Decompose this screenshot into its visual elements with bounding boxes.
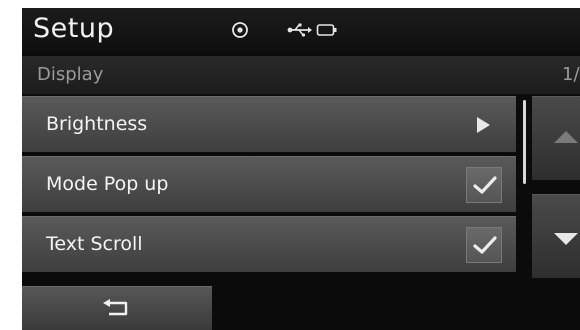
usb-icon bbox=[287, 21, 313, 39]
page-title: Setup bbox=[33, 13, 115, 44]
mode-popup-item[interactable]: Mode Pop up bbox=[22, 156, 516, 212]
scroll-down-button[interactable] bbox=[532, 194, 580, 278]
scroll-up-button[interactable] bbox=[532, 96, 580, 180]
brightness-item[interactable]: Brightness bbox=[22, 96, 516, 152]
setup-screen: Setup Display 1/ Brightness Mode Pop up … bbox=[22, 8, 580, 330]
menu-item-label: Mode Pop up bbox=[46, 173, 169, 195]
battery-icon bbox=[316, 21, 338, 39]
menu-item-label: Text Scroll bbox=[46, 233, 143, 255]
scroll-up-arrow-icon bbox=[554, 131, 578, 143]
text-scroll-item[interactable]: Text Scroll bbox=[22, 216, 516, 272]
checkmark-icon bbox=[473, 176, 497, 194]
menu-item-label: Brightness bbox=[46, 113, 148, 135]
submenu-arrow-icon bbox=[477, 117, 490, 133]
back-arrow-icon bbox=[103, 299, 128, 316]
scroll-down-arrow-icon bbox=[554, 233, 578, 245]
section-header: Display 1/ bbox=[22, 56, 580, 94]
mode-popup-checkbox[interactable] bbox=[466, 167, 502, 203]
section-title: Display bbox=[37, 64, 104, 85]
disc-icon bbox=[231, 21, 249, 39]
checkmark-icon bbox=[473, 236, 497, 254]
scrollbar-thumb[interactable] bbox=[523, 100, 526, 184]
back-button[interactable] bbox=[22, 286, 212, 330]
title-bar: Setup bbox=[22, 8, 580, 54]
page-indicator: 1/ bbox=[562, 64, 580, 85]
text-scroll-checkbox[interactable] bbox=[466, 227, 502, 263]
